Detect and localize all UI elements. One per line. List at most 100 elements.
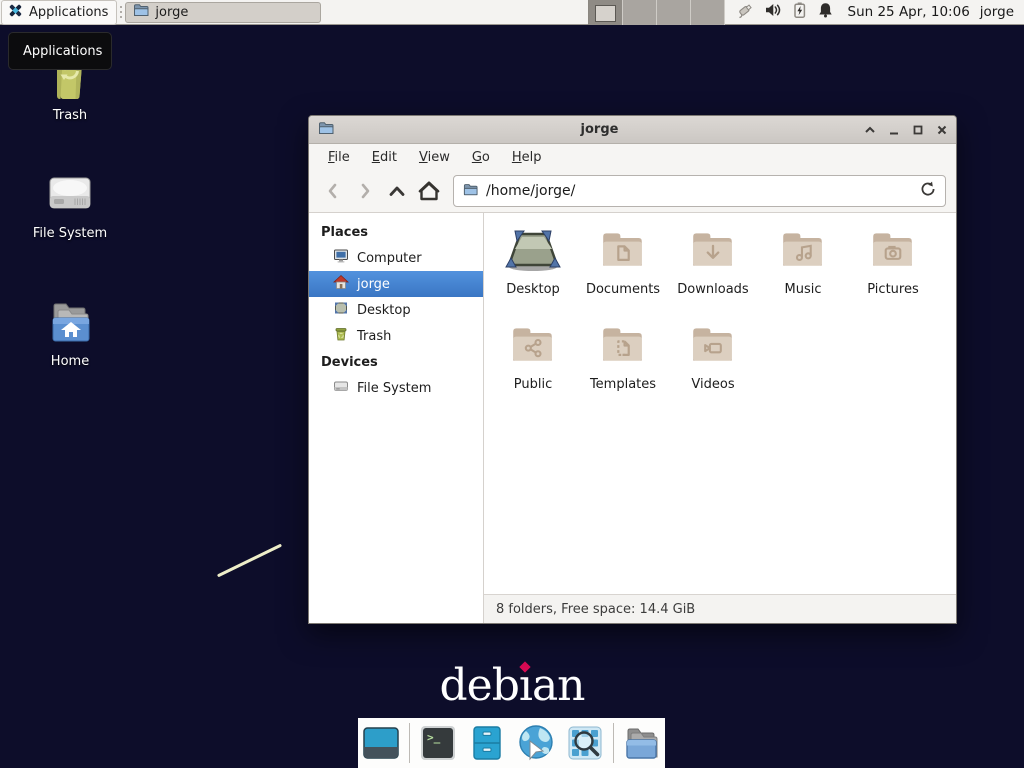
path-folder-icon: [462, 182, 479, 201]
workspace-3[interactable]: [657, 0, 691, 25]
menu-view[interactable]: View: [410, 146, 459, 169]
home-folder-icon: [44, 298, 96, 350]
desktop-icon-home[interactable]: Home: [22, 298, 118, 369]
titlebar[interactable]: jorge: [309, 116, 956, 144]
folder-templates[interactable]: Templates: [578, 320, 668, 415]
sidebar-item-computer[interactable]: Computer: [309, 245, 483, 271]
desktop-mini-icon: [333, 300, 349, 320]
statusbar: 8 folders, Free space: 14.4 GiB: [484, 594, 956, 623]
web-browser-launcher[interactable]: [515, 722, 557, 764]
application-finder-launcher[interactable]: [564, 722, 606, 764]
desktop-icon-label: Trash: [53, 108, 87, 123]
folder-label: Pictures: [867, 282, 918, 297]
home-button[interactable]: [415, 177, 443, 205]
workspace-4[interactable]: [691, 0, 725, 25]
folder-label: Videos: [691, 377, 734, 392]
folder-label: Public: [514, 377, 552, 392]
up-button[interactable]: [383, 177, 411, 205]
folder-desktop[interactable]: Desktop: [488, 225, 578, 320]
window-title: jorge: [335, 122, 864, 137]
system-tray: [725, 1, 842, 24]
taskbar-window-button[interactable]: jorge: [125, 2, 321, 23]
computer-icon: [333, 248, 349, 268]
trash-mini-icon: [333, 326, 349, 346]
bottom-dock: >_: [358, 718, 665, 768]
folder-videos[interactable]: Videos: [668, 320, 758, 415]
pictures-folder-icon: [868, 225, 918, 279]
menubar: File Edit View Go Help: [309, 144, 956, 170]
sidebar-item-trash[interactable]: Trash: [309, 323, 483, 349]
menu-file[interactable]: File: [319, 146, 359, 169]
svg-text:>_: >_: [427, 731, 441, 744]
applications-tooltip: Applications: [8, 32, 112, 70]
file-manager-window: jorge File Edit View Go Help: [308, 115, 957, 624]
directory-menu-button[interactable]: [621, 722, 663, 764]
sidebar-item-file-system[interactable]: File System: [309, 375, 483, 401]
stray-line-artifact: [217, 544, 282, 578]
panel-clock[interactable]: Sun 25 Apr, 10:06: [842, 4, 976, 20]
forward-button[interactable]: [351, 177, 379, 205]
sidebar-item-jorge[interactable]: jorge: [309, 271, 483, 297]
folder-downloads[interactable]: Downloads: [668, 225, 758, 320]
sidebar-item-label: File System: [357, 381, 431, 396]
applications-menu-label: Applications: [29, 5, 108, 20]
shade-button[interactable]: [864, 124, 876, 136]
sidebar-header-places: Places: [309, 219, 483, 245]
templates-folder-icon: [598, 320, 648, 374]
panel-username[interactable]: jorge: [976, 4, 1024, 20]
debian-wordmark: debıan: [0, 660, 1024, 711]
dock-separator: [409, 723, 410, 763]
battery-charging-icon[interactable]: [791, 1, 808, 23]
top-panel: Applications jorge: [0, 0, 1024, 25]
desktop-icon-file-system[interactable]: File System: [22, 168, 118, 241]
workspace-2[interactable]: [623, 0, 657, 25]
network-cable-icon[interactable]: [735, 1, 755, 24]
window-folder-icon: [317, 120, 335, 140]
terminal-launcher[interactable]: >_: [417, 722, 459, 764]
reload-icon[interactable]: [919, 180, 937, 202]
folder-public[interactable]: Public: [488, 320, 578, 415]
workspace-window-preview: [595, 5, 616, 22]
home-icon: [333, 274, 349, 294]
location-bar[interactable]: /home/jorge/: [453, 175, 946, 207]
sidebar-item-label: jorge: [357, 277, 390, 292]
desktop-icon-label: File System: [33, 226, 107, 241]
sidebar-header-devices: Devices: [309, 349, 483, 375]
maximize-button[interactable]: [912, 124, 924, 136]
sidebar-item-desktop[interactable]: Desktop: [309, 297, 483, 323]
drive-mini-icon: [333, 378, 349, 398]
folder-pictures[interactable]: Pictures: [848, 225, 938, 320]
path-text[interactable]: /home/jorge/: [486, 183, 912, 199]
volume-icon[interactable]: [764, 1, 782, 23]
desktop-icon-label: Home: [51, 354, 89, 369]
minimize-button[interactable]: [888, 124, 900, 136]
notifications-bell-icon[interactable]: [817, 1, 834, 23]
folder-label: Templates: [590, 377, 656, 392]
menu-go[interactable]: Go: [463, 146, 499, 169]
panel-handle[interactable]: [117, 1, 125, 24]
show-desktop-button[interactable]: [360, 722, 402, 764]
taskbar-folder-icon: [133, 2, 149, 22]
menu-edit[interactable]: Edit: [363, 146, 406, 169]
folder-label: Desktop: [506, 282, 560, 297]
dock-separator: [613, 723, 614, 763]
folder-music[interactable]: Music: [758, 225, 848, 320]
videos-folder-icon: [688, 320, 738, 374]
folder-label: Downloads: [677, 282, 748, 297]
menu-help[interactable]: Help: [503, 146, 551, 169]
file-manager-launcher[interactable]: [466, 722, 508, 764]
music-folder-icon: [778, 225, 828, 279]
back-button[interactable]: [319, 177, 347, 205]
workspace-1[interactable]: [589, 0, 623, 25]
close-button[interactable]: [936, 124, 948, 136]
public-folder-icon: [508, 320, 558, 374]
downloads-folder-icon: [688, 225, 738, 279]
applications-menu-button[interactable]: Applications: [1, 0, 117, 25]
desktop: Applications jorge: [0, 0, 1024, 768]
documents-folder-icon: [598, 225, 648, 279]
workspace-switcher[interactable]: [588, 0, 725, 25]
file-grid: Desktop Documents: [484, 213, 956, 594]
sidebar: Places Computer: [309, 213, 484, 623]
folder-documents[interactable]: Documents: [578, 225, 668, 320]
folder-label: Documents: [586, 282, 660, 297]
